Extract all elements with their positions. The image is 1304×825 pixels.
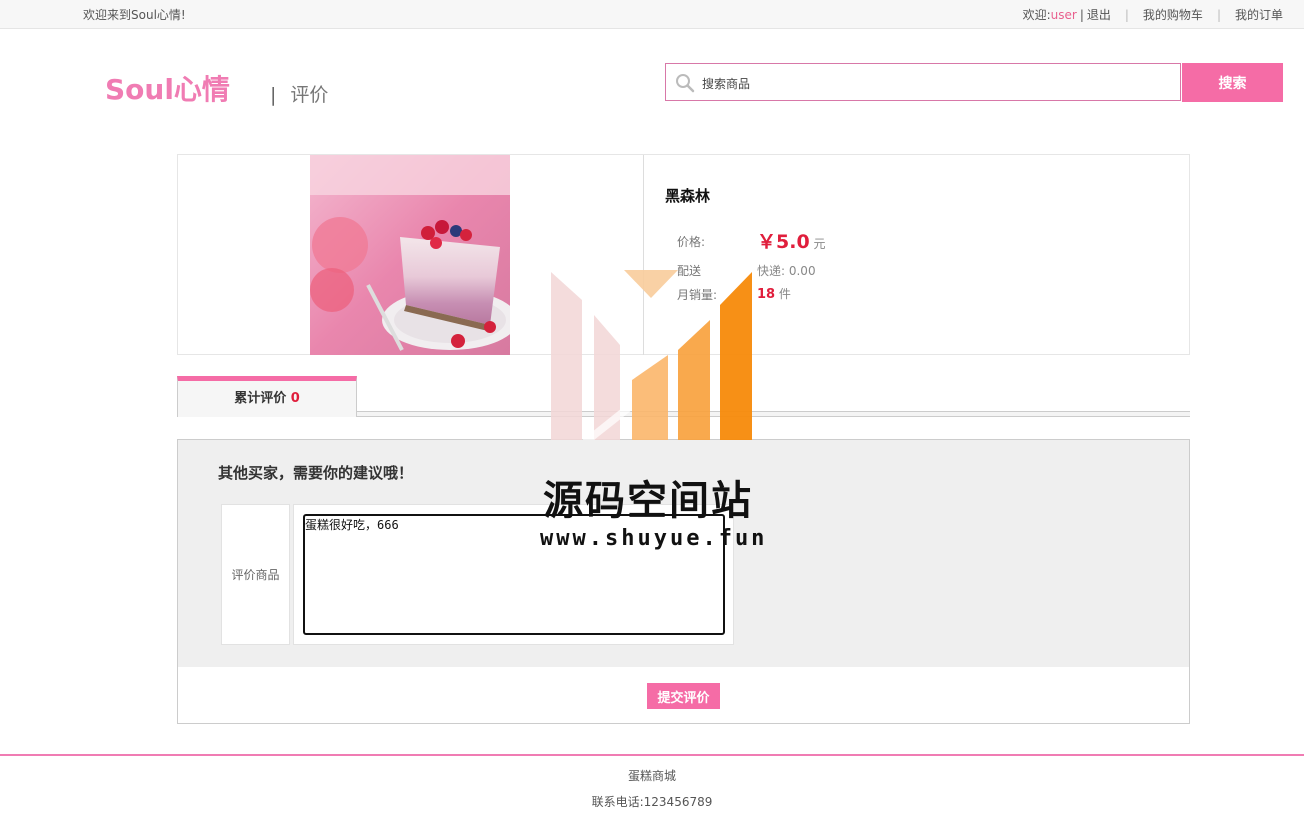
user-divider: | (1079, 7, 1084, 22)
search-icon (675, 73, 695, 93)
site-logo[interactable]: Soul心情 (105, 68, 230, 108)
top-links: 欢迎: user | 退出 | 我的购物车 | 我的订单 (1023, 6, 1283, 23)
cart-link[interactable]: 我的购物车 (1143, 6, 1203, 23)
top-bar: 欢迎来到Soul心情! 欢迎: user | 退出 | 我的购物车 | 我的订单 (0, 0, 1304, 29)
product-divider (643, 155, 644, 355)
shipping-value: 快递: 0.00 (757, 264, 816, 278)
watermark-url: www.shuyue.fun (540, 526, 768, 551)
footer-shop-name: 蛋糕商城 (627, 769, 676, 783)
review-heading: 其他买家，需要你的建议哦！ (218, 464, 414, 482)
greeting-text: 欢迎: (1022, 8, 1051, 22)
product-name: 黑森林 (665, 187, 711, 205)
orders-link[interactable]: 我的订单 (1235, 6, 1283, 23)
price-value: ￥5.0 元 (757, 227, 826, 254)
product-info: 黑森林 价格: ￥5.0 元 配送 快递: 0.00 月销量: 18 件 (177, 154, 1190, 355)
tab-baseline (357, 411, 1190, 417)
submit-review-button[interactable]: 提交评价 (647, 683, 720, 709)
username-link[interactable]: user (1051, 8, 1077, 22)
page-title-text: 评价 (290, 84, 329, 106)
title-divider: | (270, 84, 277, 106)
separator: | (1124, 7, 1129, 22)
tab-reviews[interactable]: 累计评价 0 (177, 376, 357, 417)
watermark-title: 源码空间站 (543, 478, 753, 524)
price-label: 价格: (677, 235, 706, 249)
shipping-label: 配送 (677, 264, 702, 278)
logout-link[interactable]: 退出 (1087, 6, 1111, 23)
search-input[interactable] (700, 72, 1174, 96)
price-number: ￥5.0 (757, 231, 810, 253)
sales-label: 月销量: (677, 288, 718, 302)
footer-phone: 联系电话:123456789 (591, 795, 713, 809)
search-button[interactable]: 搜索 (1182, 63, 1283, 102)
sales-value: 18 件 (757, 285, 791, 302)
product-image (310, 155, 518, 355)
sales-number: 18 (757, 287, 776, 302)
price-unit: 元 (813, 237, 826, 251)
search-box (665, 63, 1181, 101)
welcome-text: 欢迎来到Soul心情! (83, 8, 186, 22)
review-row-label: 评价商品 (221, 504, 290, 645)
page-title: | 评价 (270, 80, 328, 107)
tab-label: 累计评价 (234, 391, 287, 406)
sales-unit: 件 (778, 287, 791, 301)
review-count: 0 (290, 391, 300, 406)
separator: | (1216, 7, 1221, 22)
footer-divider (0, 754, 1304, 756)
